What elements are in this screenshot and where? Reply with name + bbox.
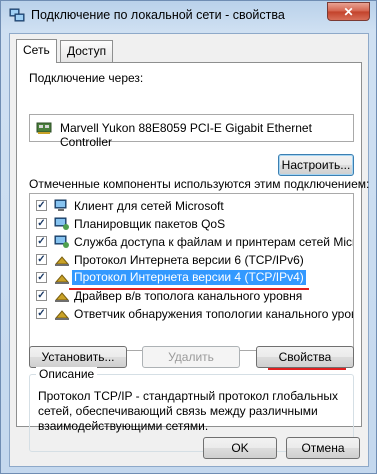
connect-using-label: Подключение через:	[29, 71, 144, 85]
network-service-icon	[54, 217, 69, 230]
component-label: Служба доступа к файлам и принтерам сете…	[74, 235, 354, 249]
network-tab-panel: Подключение через: Marvell Yukon 88E8059…	[16, 62, 369, 452]
ok-button[interactable]: OK	[203, 437, 277, 459]
component-label: Клиент для сетей Microsoft	[74, 199, 224, 213]
list-item-selected[interactable]: ✓ Протокол Интернета версии 4 (TCP/IPv4)	[30, 269, 353, 287]
network-client-icon	[54, 199, 67, 211]
network-connection-icon	[9, 8, 25, 22]
network-service-icon	[54, 235, 69, 248]
tab-network[interactable]: Сеть	[16, 39, 57, 63]
cancel-button[interactable]: Отмена	[286, 437, 360, 459]
properties-button[interactable]: Свойства	[256, 346, 354, 368]
window-title: Подключение по локальной сети - свойства	[31, 8, 285, 22]
network-adapter-icon	[36, 122, 52, 134]
list-item[interactable]: ✓ Протокол Интернета версии 6 (TCP/IPv6)	[30, 251, 353, 269]
list-item[interactable]: ✓ Ответчик обнаружения топологии канальн…	[30, 305, 353, 323]
list-item[interactable]: ✓ Клиент для сетей Microsoft	[30, 197, 353, 215]
component-checkbox[interactable]: ✓	[36, 218, 47, 229]
component-label: Ответчик обнаружения топологии канальног…	[74, 307, 354, 321]
list-item[interactable]: ✓ Служба доступа к файлам и принтерам се…	[30, 233, 353, 251]
install-button[interactable]: Установить...	[29, 346, 127, 368]
component-checkbox[interactable]: ✓	[36, 272, 47, 283]
protocol-icon	[54, 256, 70, 266]
tab-sharing[interactable]: Доступ	[60, 40, 114, 62]
dialog-client-area: Сеть Доступ Подключение через: Marvell Y…	[9, 33, 369, 467]
adapter-name: Marvell Yukon 88E8059 PCI-E Gigabit Ethe…	[60, 121, 312, 149]
component-label: Протокол Интернета версии 4 (TCP/IPv4)	[72, 270, 306, 285]
component-label: Планировщик пакетов QoS	[74, 217, 226, 231]
title-bar[interactable]: Подключение по локальной сети - свойства…	[1, 1, 376, 31]
protocol-icon	[54, 274, 70, 284]
list-item[interactable]: ✓ Планировщик пакетов QoS	[30, 215, 353, 233]
component-label: Протокол Интернета версии 6 (TCP/IPv6)	[74, 253, 304, 267]
close-icon: ✕	[343, 5, 354, 19]
adapter-field: Marvell Yukon 88E8059 PCI-E Gigabit Ethe…	[29, 114, 354, 149]
description-title: Описание	[36, 367, 98, 381]
component-checkbox[interactable]: ✓	[36, 236, 47, 247]
annotation-underline-properties	[268, 368, 346, 370]
component-checkbox[interactable]: ✓	[36, 308, 47, 319]
close-button[interactable]: ✕	[327, 2, 370, 21]
component-checkbox[interactable]: ✓	[36, 290, 47, 301]
components-list[interactable]: ✓ Клиент для сетей Microsoft ✓ Планировщ…	[29, 193, 354, 351]
description-text: Протокол TCP/IP - стандартный протокол г…	[38, 389, 338, 433]
configure-button[interactable]: Настроить...	[278, 154, 354, 176]
uninstall-button[interactable]: Удалить	[142, 346, 240, 368]
annotation-underline-ipv4	[69, 288, 309, 290]
components-label: Отмеченные компоненты используются этим …	[29, 177, 370, 191]
component-checkbox[interactable]: ✓	[36, 200, 47, 211]
properties-window: Подключение по локальной сети - свойства…	[0, 0, 377, 474]
component-label: Драйвер в/в тополога канального уровня	[74, 289, 303, 303]
protocol-icon	[54, 310, 70, 320]
protocol-icon	[54, 292, 70, 302]
component-checkbox[interactable]: ✓	[36, 254, 47, 265]
